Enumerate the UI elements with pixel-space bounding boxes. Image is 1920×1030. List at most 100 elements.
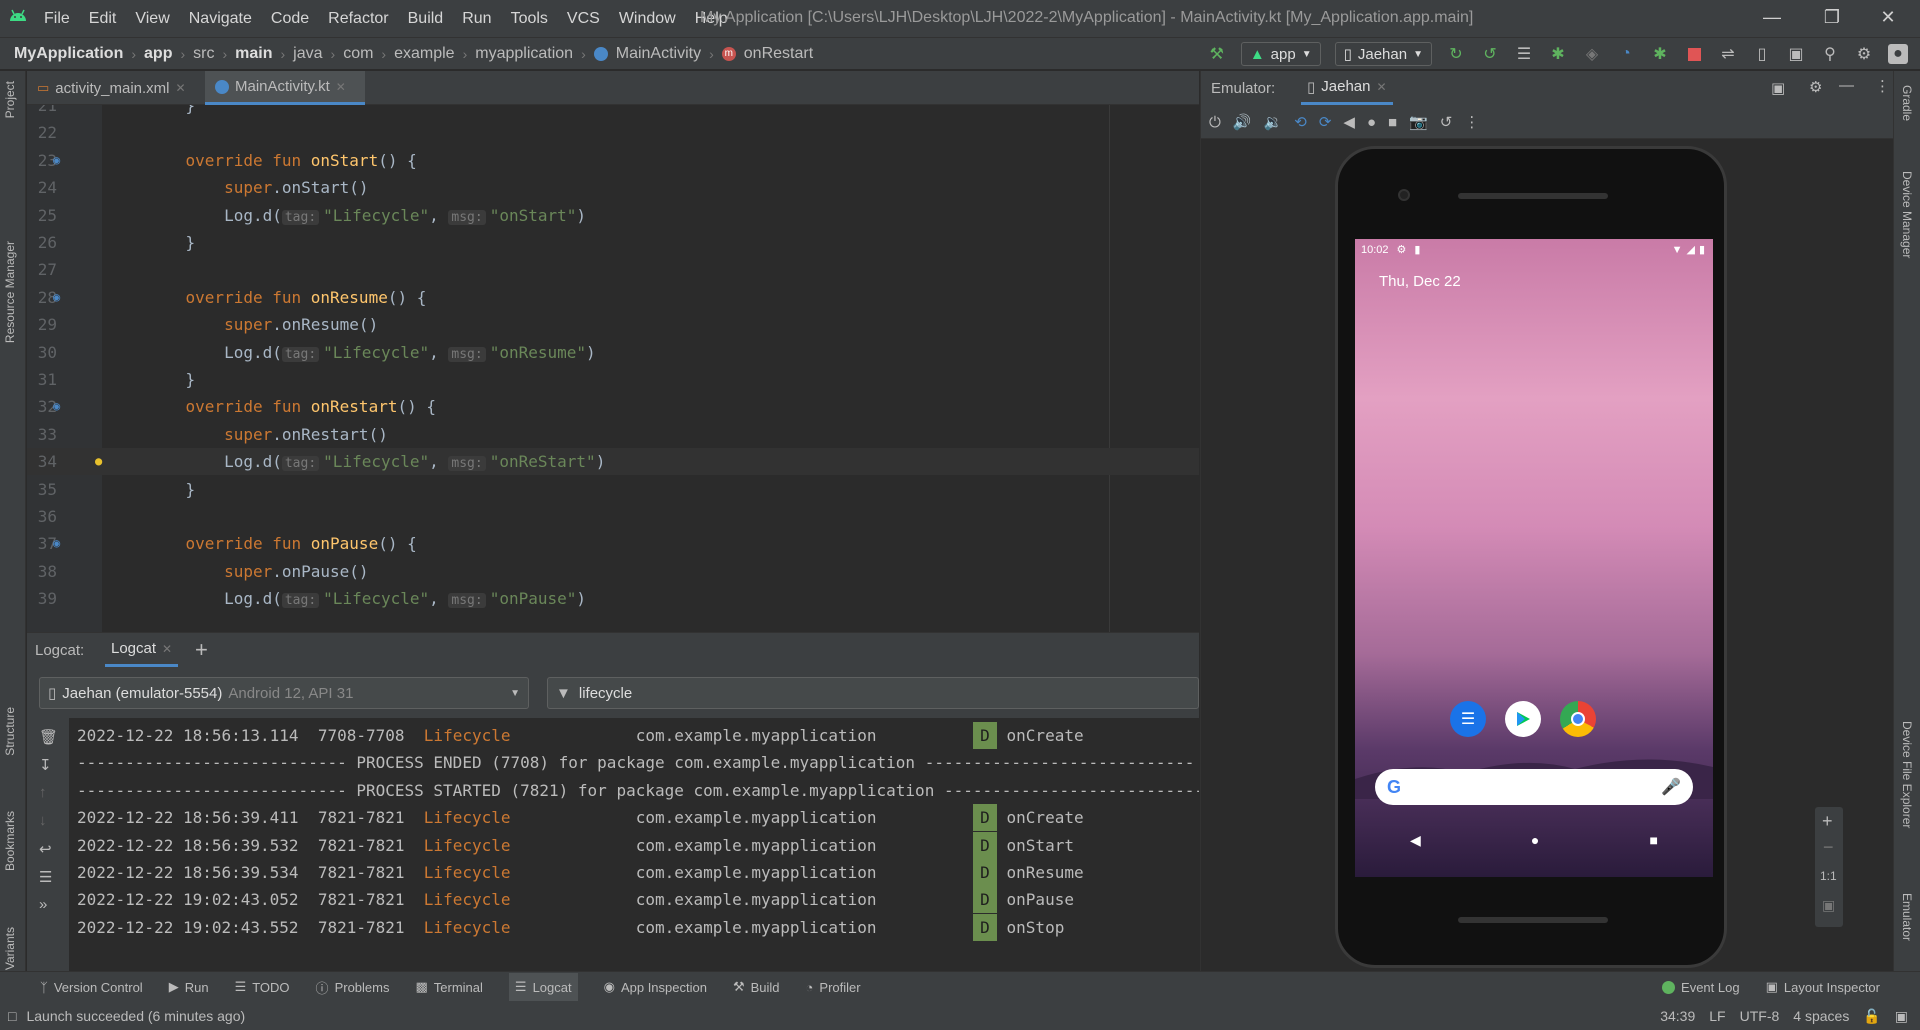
apply-code-changes-icon[interactable]: ↺: [1480, 44, 1500, 64]
nav-home-icon[interactable]: ●: [1531, 832, 1539, 848]
more-tools-icon[interactable]: »: [39, 896, 47, 913]
override-marker-icon[interactable]: ◉: [53, 147, 60, 174]
home-icon[interactable]: ●: [1367, 114, 1376, 131]
crumb-example[interactable]: example: [394, 45, 454, 63]
device-dropdown[interactable]: ▯ Jaehan (emulator-5554) Android 12, API…: [39, 677, 529, 709]
crumb-java[interactable]: java: [293, 45, 322, 63]
more-vert-icon[interactable]: ⋮: [1875, 77, 1890, 95]
nav-back-icon[interactable]: ◀: [1410, 832, 1421, 849]
bookmarks-tool-tab[interactable]: Bookmarks: [3, 811, 17, 871]
zoom-out-icon[interactable]: −: [1823, 837, 1834, 858]
apply-changes-icon[interactable]: ↻: [1446, 44, 1466, 64]
run-config-select[interactable]: ▲ app ▼: [1240, 42, 1321, 66]
device-file-explorer-tool-tab[interactable]: Device File Explorer: [1900, 721, 1914, 828]
menu-refactor[interactable]: Refactor: [328, 10, 388, 28]
project-tool-tab[interactable]: Project: [3, 81, 17, 118]
zoom-in-icon[interactable]: +: [1822, 811, 1833, 832]
close-tab-icon[interactable]: ✕: [336, 80, 346, 94]
lock-icon[interactable]: 🔓: [1863, 1008, 1880, 1025]
hammer-icon[interactable]: ⚒: [1207, 44, 1227, 64]
tab-logcat[interactable]: Logcat ✕: [105, 633, 179, 667]
override-marker-icon[interactable]: ◉: [53, 284, 60, 311]
menu-build[interactable]: Build: [408, 10, 444, 28]
device-select[interactable]: ▯ Jaehan ▼: [1334, 42, 1432, 66]
phone-screen[interactable]: 10:02 ⚙ ▮ ▼ ◢ ▮ Thu, Dec 22 ☰ G 🎤 ◀ ● ■: [1355, 239, 1713, 877]
minimize-icon[interactable]: —: [1752, 7, 1792, 28]
device-manager-tool-tab[interactable]: Device Manager: [1900, 171, 1914, 258]
event-log-tool-tab[interactable]: Event Log: [1662, 973, 1740, 1001]
nav-recents-icon[interactable]: ■: [1649, 832, 1657, 848]
window-layout-icon[interactable]: ▣: [1771, 79, 1785, 97]
menu-view[interactable]: View: [135, 10, 169, 28]
chrome-app-icon[interactable]: [1560, 701, 1596, 737]
volume-up-icon[interactable]: 🔊: [1233, 113, 1252, 131]
app-inspection-tool-tab[interactable]: ◉ App Inspection: [604, 973, 707, 1001]
layout-inspector-tool-tab[interactable]: ▣ Layout Inspector: [1766, 973, 1880, 1001]
device-mirroring-icon[interactable]: ⇌: [1718, 44, 1738, 64]
close-tab-icon[interactable]: ✕: [162, 642, 172, 656]
crumb-src[interactable]: src: [193, 45, 214, 63]
override-marker-icon[interactable]: ◉: [53, 530, 60, 557]
volume-down-icon[interactable]: 🔉: [1264, 113, 1283, 131]
rotate-left-icon[interactable]: ⟲: [1294, 113, 1307, 131]
google-search-bar[interactable]: G 🎤: [1375, 769, 1693, 805]
code-editor[interactable]: 21 } 22 23 override fun onStart() {◉ 24 sup…: [27, 105, 1199, 632]
attach-debugger-icon[interactable]: ✱: [1650, 44, 1670, 64]
close-tab-icon[interactable]: ✕: [1376, 80, 1386, 94]
close-tab-icon[interactable]: ✕: [176, 81, 186, 95]
menu-code[interactable]: Code: [271, 10, 309, 28]
build-tool-tab[interactable]: ⚒ Build: [733, 973, 780, 1001]
menu-vcs[interactable]: VCS: [567, 10, 600, 28]
file-encoding[interactable]: UTF-8: [1740, 1008, 1780, 1024]
line-separator[interactable]: LF: [1709, 1008, 1725, 1024]
zoom-actual-size[interactable]: 1:1: [1820, 869, 1837, 883]
crumb-method[interactable]: onRestart: [744, 45, 813, 63]
status-message[interactable]: Launch succeeded (6 minutes ago): [26, 1008, 245, 1024]
settings-gear-icon[interactable]: ⚙: [1854, 44, 1874, 64]
zoom-fit-icon[interactable]: ▣: [1822, 897, 1835, 914]
lightbulb-icon[interactable]: ●: [95, 448, 102, 475]
crumb-project[interactable]: MyApplication: [14, 45, 123, 63]
caret-position[interactable]: 34:39: [1660, 1008, 1695, 1024]
profiler-tool-tab[interactable]: ◔ Profiler: [806, 973, 861, 1001]
menu-navigate[interactable]: Navigate: [189, 10, 252, 28]
filter-input[interactable]: ▼ lifecycle: [547, 677, 1199, 709]
menu-run[interactable]: Run: [462, 10, 491, 28]
add-tab-icon[interactable]: +: [195, 637, 208, 663]
rotate-right-icon[interactable]: ⟳: [1319, 113, 1332, 131]
problems-tool-tab[interactable]: ⓘ Problems: [316, 973, 390, 1001]
tab-mainactivity-kt[interactable]: MainActivity.kt ✕: [205, 71, 365, 105]
sdk-manager-icon[interactable]: ▣: [1786, 44, 1806, 64]
play-store-app-icon[interactable]: [1505, 701, 1541, 737]
hide-panel-icon[interactable]: —: [1839, 77, 1854, 94]
run-tool-tab[interactable]: ▶ Run: [169, 973, 209, 1001]
power-icon[interactable]: ⏻: [1209, 114, 1221, 131]
menu-tools[interactable]: Tools: [511, 10, 548, 28]
settings-gear-icon[interactable]: ⚙: [1809, 78, 1822, 96]
snapshot-icon[interactable]: ↺: [1440, 113, 1453, 131]
override-marker-icon[interactable]: ◉: [53, 393, 60, 420]
todo-tool-tab[interactable]: ☰ TODO: [235, 973, 290, 1001]
debug-icon[interactable]: ✱: [1548, 44, 1568, 64]
up-arrow-icon[interactable]: ↑: [39, 784, 47, 801]
device-manager-icon[interactable]: ▯: [1752, 44, 1772, 64]
logcat-output[interactable]: 🗑 ↧ ↑ ↓ ↩ ☰ » 2022-12-22 18:56:13.114 77…: [27, 718, 1199, 974]
search-icon[interactable]: ⚲: [1820, 44, 1840, 64]
menu-window[interactable]: Window: [619, 10, 676, 28]
scroll-to-end-icon[interactable]: ↧: [39, 756, 52, 774]
crumb-com[interactable]: com: [343, 45, 373, 63]
logcat-tool-tab[interactable]: ☰ Logcat: [508, 973, 578, 1001]
camera-icon[interactable]: 📷: [1409, 113, 1428, 131]
close-window-icon[interactable]: ✕: [1868, 7, 1908, 28]
resource-manager-tool-tab[interactable]: Resource Manager: [3, 241, 17, 343]
tab-activity-main-xml[interactable]: ▭ activity_main.xml ✕: [27, 71, 202, 105]
crumb-module[interactable]: app: [144, 45, 172, 63]
structure-tool-tab[interactable]: Structure: [3, 707, 17, 756]
down-arrow-icon[interactable]: ↓: [39, 812, 47, 829]
more-vert-icon[interactable]: ⋮: [1464, 113, 1479, 131]
emulator-tool-tab[interactable]: Emulator: [1900, 893, 1914, 941]
crumb-main[interactable]: main: [235, 45, 272, 63]
indent-setting[interactable]: 4 spaces: [1793, 1008, 1849, 1024]
overview-icon[interactable]: ■: [1388, 114, 1397, 131]
version-control-tool-tab[interactable]: ᛉ Version Control: [40, 973, 143, 1001]
